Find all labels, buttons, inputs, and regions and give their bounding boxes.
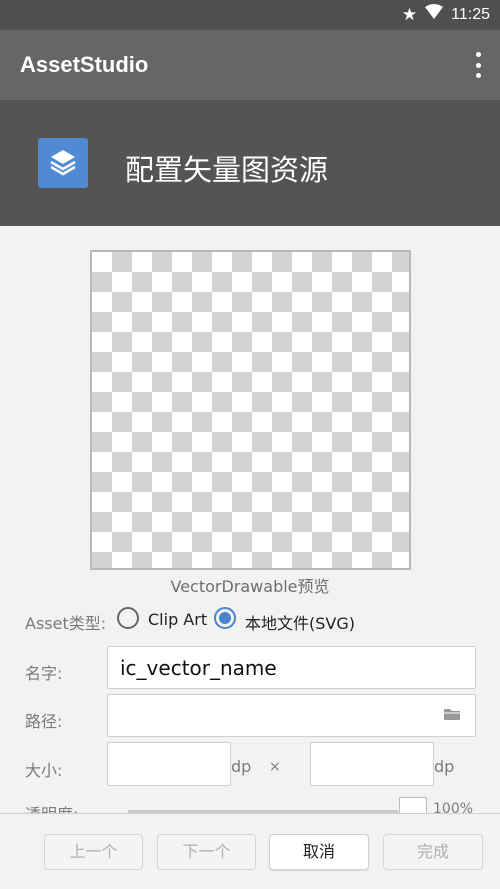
size-height-unit: dp bbox=[434, 757, 455, 776]
path-field[interactable] bbox=[107, 694, 476, 737]
status-bar: ★ 11:25 bbox=[0, 0, 500, 30]
size-label: 大小: bbox=[25, 761, 63, 780]
next-button[interactable]: 下一个 bbox=[157, 834, 256, 870]
page-header: 配置矢量图资源 bbox=[0, 100, 500, 226]
path-input[interactable] bbox=[108, 695, 475, 736]
name-label: 名字: bbox=[25, 664, 63, 683]
finish-button[interactable]: 完成 bbox=[383, 834, 483, 870]
size-height-field[interactable] bbox=[310, 742, 434, 786]
layers-icon bbox=[38, 138, 88, 188]
radio-local-svg-label[interactable]: 本地文件(SVG) bbox=[245, 610, 355, 634]
vector-preview bbox=[90, 250, 411, 570]
size-separator: × bbox=[269, 759, 281, 775]
size-width-field[interactable] bbox=[107, 742, 231, 786]
radio-local-svg[interactable] bbox=[214, 607, 236, 629]
prev-button[interactable]: 上一个 bbox=[44, 834, 143, 870]
status-icons: ★ 11:25 bbox=[402, 4, 490, 25]
path-label: 路径: bbox=[25, 712, 63, 731]
opacity-value: 100% bbox=[433, 801, 474, 813]
more-vert-icon[interactable] bbox=[472, 52, 484, 78]
app-title: AssetStudio bbox=[20, 52, 149, 77]
star-icon: ★ bbox=[401, 4, 418, 25]
form-content[interactable]: VectorDrawable预览 Asset类型: Clip Art 本地文件(… bbox=[0, 226, 500, 813]
size-width-input[interactable] bbox=[108, 743, 230, 785]
cancel-button[interactable]: 取消 bbox=[269, 834, 369, 870]
opacity-slider-thumb[interactable] bbox=[399, 797, 427, 813]
radio-clip-art[interactable] bbox=[117, 607, 139, 629]
asset-type-label: Asset类型: bbox=[25, 614, 107, 633]
folder-icon[interactable] bbox=[443, 707, 461, 721]
radio-clip-art-label[interactable]: Clip Art bbox=[148, 610, 207, 629]
app-bar: AssetStudio bbox=[0, 30, 500, 100]
wifi-icon bbox=[425, 4, 444, 25]
name-field[interactable] bbox=[107, 646, 476, 689]
status-time: 11:25 bbox=[451, 5, 490, 23]
page-title: 配置矢量图资源 bbox=[125, 153, 329, 187]
preview-label: VectorDrawable预览 bbox=[170, 577, 330, 596]
size-height-input[interactable] bbox=[311, 743, 433, 785]
name-input[interactable] bbox=[108, 647, 475, 688]
footer-bar: 上一个 下一个 取消 完成 bbox=[0, 813, 500, 889]
opacity-label: 透明度: bbox=[25, 801, 78, 813]
size-width-unit: dp bbox=[231, 757, 252, 776]
